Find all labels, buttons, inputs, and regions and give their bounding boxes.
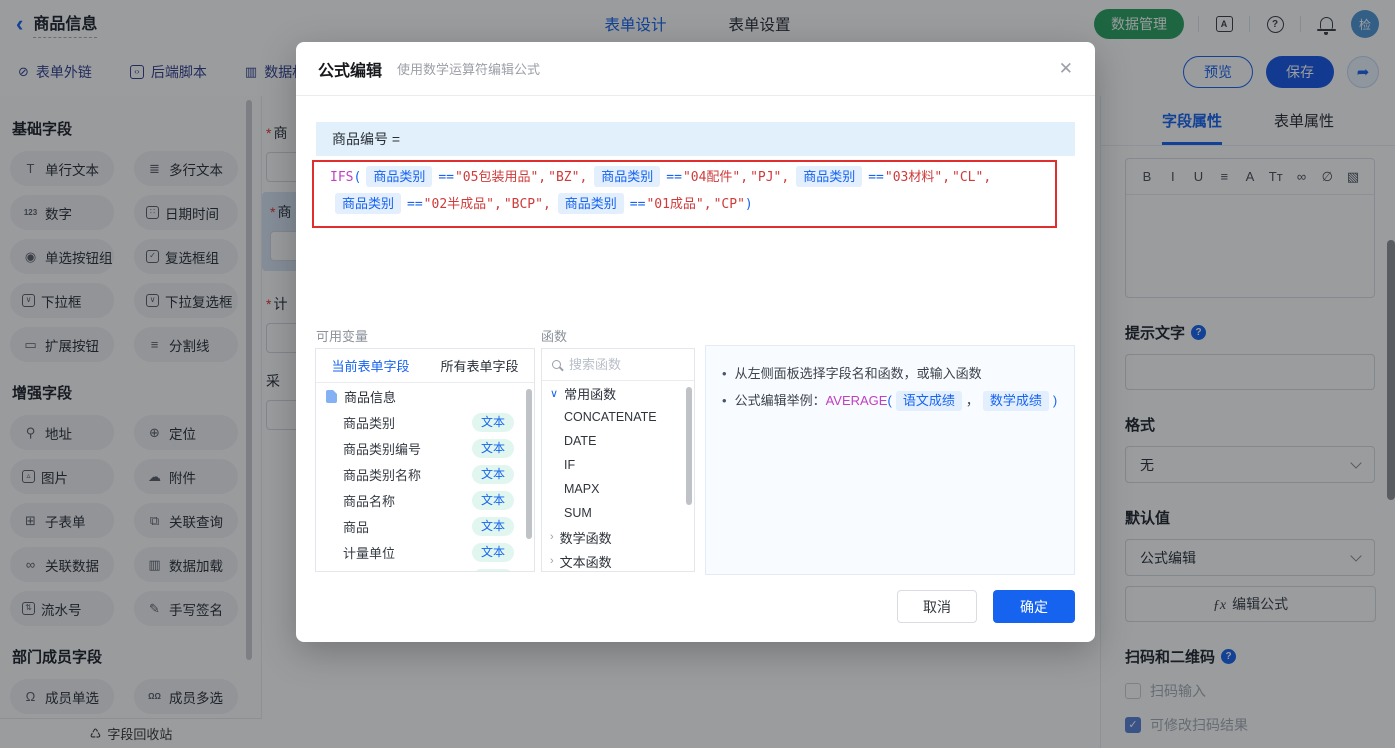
variable-row[interactable]: 商品类别名称文本 bbox=[316, 461, 534, 487]
variable-name: 计量单位 bbox=[343, 543, 472, 562]
function-group-name: 数学函数 bbox=[560, 528, 612, 547]
formula-highlight-annotation bbox=[312, 160, 1057, 228]
function-item[interactable]: MAPX bbox=[542, 477, 694, 501]
function-item[interactable]: CONCATENATE bbox=[542, 405, 694, 429]
bullet-icon: • bbox=[722, 393, 727, 408]
function-group-expanded[interactable]: ∨ 常用函数 bbox=[542, 381, 694, 405]
variable-type-badge: 文本 bbox=[472, 491, 514, 510]
example-function-name: AVERAGE bbox=[826, 393, 888, 408]
variables-panel: 当前表单字段 所有表单字段 商品信息 商品类别文本商品类别编号文本商品类别名称文… bbox=[315, 348, 535, 572]
variables-list: 商品类别文本商品类别编号文本商品类别名称文本商品名称文本商品文本计量单位文本文本 bbox=[316, 409, 534, 572]
variable-type-badge: 文本 bbox=[472, 465, 514, 484]
modal-subtitle: 使用数学运算符编辑公式 bbox=[397, 59, 540, 78]
function-item[interactable]: DATE bbox=[542, 429, 694, 453]
example-field-chip: 数学成绩 bbox=[983, 391, 1049, 411]
cancel-button[interactable]: 取消 bbox=[897, 590, 977, 623]
chevron-down-icon: ∨ bbox=[550, 387, 558, 400]
modal-header: 公式编辑 使用数学运算符编辑公式 ✕ bbox=[296, 42, 1095, 96]
variable-name: 商品类别 bbox=[343, 413, 472, 432]
variable-type-badge: 文本 bbox=[472, 517, 514, 536]
functions-panel: ∨ 常用函数 CONCATENATEDATEIFMAPXSUM › 数学函数 › 文本函数 bbox=[541, 348, 695, 572]
functions-scrollbar[interactable] bbox=[686, 387, 692, 505]
function-group-name: 文本函数 bbox=[560, 552, 612, 571]
function-item[interactable]: IF bbox=[542, 453, 694, 477]
variable-name: 商品类别名称 bbox=[343, 465, 472, 484]
variable-row[interactable]: 商品文本 bbox=[316, 513, 534, 539]
variable-row[interactable]: 商品类别文本 bbox=[316, 409, 534, 435]
variable-row[interactable]: 商品类别编号文本 bbox=[316, 435, 534, 461]
variable-type-badge: 文本 bbox=[472, 413, 514, 432]
modal-footer: 取消 确定 bbox=[897, 590, 1075, 623]
variables-label: 可用变量 bbox=[316, 326, 368, 345]
variable-row[interactable]: 文本 bbox=[316, 565, 534, 572]
functions-list: ∨ 常用函数 CONCATENATEDATEIFMAPXSUM › 数学函数 › 文本函数 bbox=[542, 381, 694, 572]
formula-target-field: 商品编号 = bbox=[316, 122, 1075, 156]
variable-row[interactable]: 计量单位文本 bbox=[316, 539, 534, 565]
chevron-right-icon: › bbox=[550, 555, 554, 567]
hint-line-2: •公式编辑举例：AVERAGE(语文成绩，数学成绩) bbox=[722, 387, 1058, 414]
function-group-name: 常用函数 bbox=[564, 384, 616, 403]
variable-type-badge: 文本 bbox=[472, 439, 514, 458]
function-search[interactable] bbox=[542, 349, 694, 381]
variable-name: 商品名称 bbox=[343, 491, 472, 510]
variable-name: 商品类别编号 bbox=[343, 439, 472, 458]
chevron-right-icon: › bbox=[550, 531, 554, 543]
close-icon[interactable]: ✕ bbox=[1059, 59, 1073, 79]
variable-name: 商品 bbox=[343, 517, 472, 536]
search-icon bbox=[552, 360, 561, 369]
variables-tabs: 当前表单字段 所有表单字段 bbox=[316, 349, 534, 383]
formula-hints: •从左侧面板选择字段名和函数，或输入函数 •公式编辑举例：AVERAGE(语文成… bbox=[705, 345, 1075, 575]
tab-current-form-fields[interactable]: 当前表单字段 bbox=[316, 349, 425, 382]
function-item[interactable]: SUM bbox=[542, 501, 694, 525]
formula-editor-modal: 公式编辑 使用数学运算符编辑公式 ✕ 商品编号 = IFS(商品类别=="05包… bbox=[296, 42, 1095, 642]
variables-scrollbar[interactable] bbox=[526, 389, 532, 539]
modal-title: 公式编辑 bbox=[318, 57, 382, 81]
variables-tree-root[interactable]: 商品信息 bbox=[316, 383, 534, 409]
form-doc-icon bbox=[326, 390, 337, 403]
hint-line-1: •从左侧面板选择字段名和函数，或输入函数 bbox=[722, 360, 1058, 387]
function-group-collapsed[interactable]: › 数学函数 bbox=[542, 525, 694, 549]
bullet-icon: • bbox=[722, 366, 727, 381]
function-search-input[interactable] bbox=[569, 357, 669, 372]
tab-all-form-fields[interactable]: 所有表单字段 bbox=[425, 349, 534, 382]
example-field-chip: 语文成绩 bbox=[896, 391, 962, 411]
form-name: 商品信息 bbox=[344, 387, 396, 406]
variable-type-badge: 文本 bbox=[472, 543, 514, 562]
function-group-collapsed[interactable]: › 文本函数 bbox=[542, 549, 694, 572]
functions-label: 函数 bbox=[541, 326, 567, 345]
variable-type-badge: 文本 bbox=[472, 569, 514, 573]
confirm-button[interactable]: 确定 bbox=[993, 590, 1075, 623]
variable-row[interactable]: 商品名称文本 bbox=[316, 487, 534, 513]
